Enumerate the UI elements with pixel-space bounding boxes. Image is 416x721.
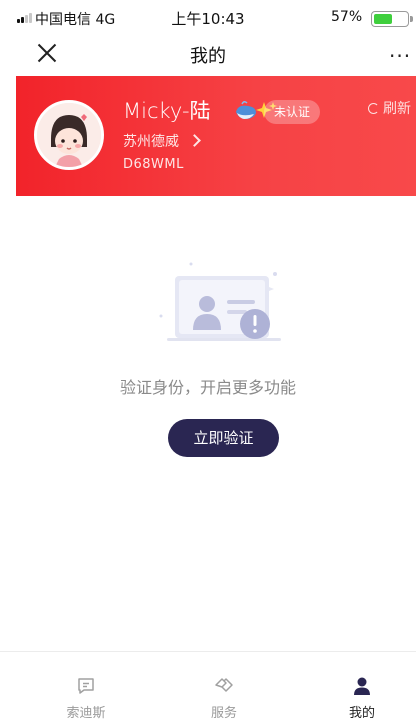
status-bar: 中国电信 4G 上午10:43 57% <box>0 0 416 34</box>
battery-icon <box>371 11 409 27</box>
profile-header: Micky-陆 未认证 刷新 苏州德威 D68WML <box>16 76 416 196</box>
avatar-illustration <box>37 103 101 167</box>
refresh-button[interactable]: 刷新 <box>368 98 411 118</box>
message-icon <box>78 678 94 694</box>
tab-label: 索迪斯 <box>66 706 106 721</box>
battery-fill <box>374 14 393 24</box>
page-title: 我的 <box>190 46 226 67</box>
company-link[interactable]: 苏州德威 <box>123 131 179 151</box>
chevron-right-icon <box>188 134 201 147</box>
nav-bar: 我的 ··· <box>0 34 416 76</box>
refresh-icon <box>368 103 379 114</box>
user-code: D68WML <box>123 157 184 172</box>
tab-label: 我的 <box>348 706 375 721</box>
refresh-label: 刷新 <box>383 101 411 117</box>
tab-service[interactable]: 服务 <box>155 652 293 721</box>
tab-mine[interactable]: 我的 <box>293 652 416 721</box>
tab-label: 服务 <box>210 706 237 721</box>
app-screen: 中国电信 4G 上午10:43 57% 我的 ··· Micky-陆 未认证 刷… <box>0 0 416 721</box>
person-icon <box>354 677 370 695</box>
verify-now-button[interactable]: 立即验证 <box>168 419 279 457</box>
tab-sodexo[interactable]: 索迪斯 <box>17 652 155 721</box>
id-card-illustration <box>159 262 281 341</box>
handshake-icon <box>215 678 233 692</box>
battery-percent: 57% <box>331 9 363 25</box>
unverified-badge: 未认证 <box>264 100 320 124</box>
avatar[interactable] <box>34 100 104 170</box>
more-icon[interactable]: ··· <box>389 44 411 68</box>
user-name: Micky-陆 <box>123 99 211 123</box>
battery-cap <box>410 16 413 22</box>
verify-message: 验证身份，开启更多功能 <box>119 378 296 397</box>
tab-bar: 索迪斯 服务 我的 <box>0 651 416 721</box>
